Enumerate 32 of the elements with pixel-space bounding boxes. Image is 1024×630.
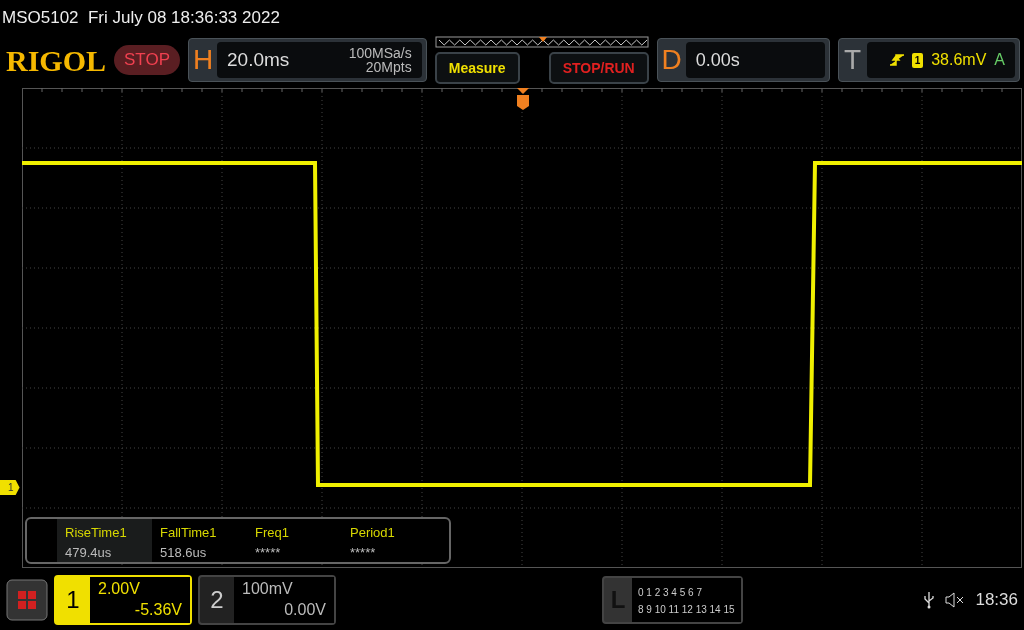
mute-icon[interactable] (945, 592, 966, 608)
stop-run-button[interactable]: STOP/RUN (548, 52, 649, 84)
usb-icon (923, 591, 936, 609)
measurement-item: Period1 ***** (349, 524, 396, 562)
measure-button[interactable]: Measure (434, 52, 520, 84)
channel-panel[interactable]: 2 100mV 0.00V (198, 575, 336, 625)
menu-button[interactable] (6, 579, 48, 621)
memory-depth: 20Mpts (364, 60, 412, 74)
logic-channels-label: 8 9 10 11 12 13 14 15 (638, 603, 735, 617)
channel-offset: -5.36V (133, 599, 182, 620)
channel-marker: 1 (0, 480, 20, 495)
trigger-key: T (838, 39, 867, 81)
delay-value: 0.00s (695, 48, 740, 72)
channel-scale: 100mV (242, 579, 294, 599)
delay-key: D (657, 39, 686, 81)
timebase-scale: 20.0ms (227, 47, 290, 72)
timebase-key: H (189, 39, 217, 81)
channel-scale: 2.00V (98, 579, 141, 599)
trigger-mode: A (994, 50, 1005, 70)
brand-logo: RIGOL (6, 42, 107, 79)
channel-panel[interactable]: 1 2.00V -5.36V (54, 575, 192, 625)
window-title: MSO5102 Fri July 08 18:36:33 2022 (1, 7, 281, 29)
channel-offset: 0.00V (283, 599, 326, 620)
measurement-item: RiseTime1 479.4us (57, 519, 152, 562)
logic-channels-label: 0 1 2 3 4 5 6 7 (638, 586, 703, 600)
trigger-position-marker (517, 88, 529, 110)
trigger-source: 1 (911, 52, 924, 68)
measurement-item: FallTime1 518.6us (159, 524, 218, 562)
clock: 18:36 (975, 589, 1018, 612)
sample-rate: 100MSa/s (348, 46, 412, 60)
measurement-item: Freq1 ***** (254, 524, 290, 562)
trigger-level: 38.6mV (931, 50, 987, 70)
